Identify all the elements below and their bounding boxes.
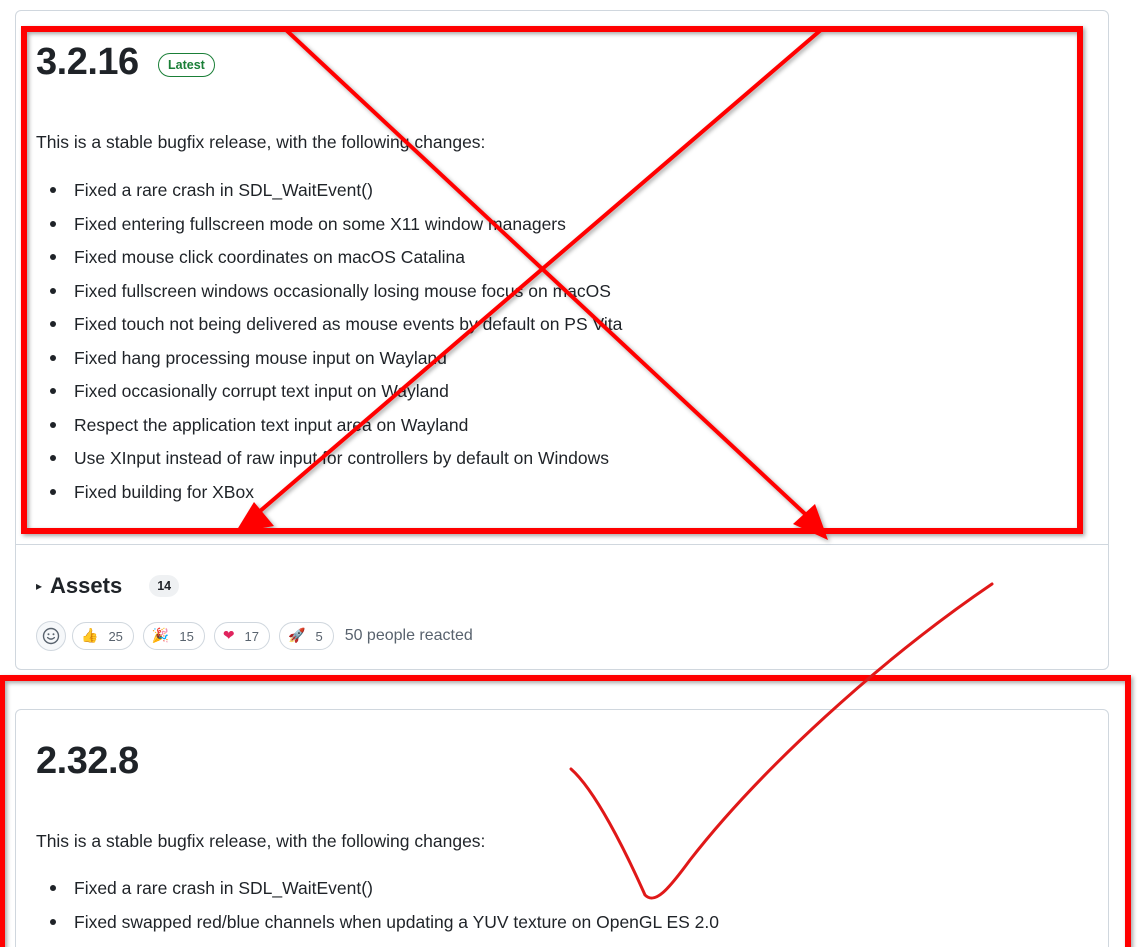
latest-badge: Latest [158, 53, 215, 77]
change-list: Fixed a rare crash in SDL_WaitEvent() Fi… [36, 876, 719, 943]
assets-label: Assets [50, 573, 123, 598]
list-item: Fixed building for XBox [36, 480, 622, 514]
list-item: Use XInput instead of raw input for cont… [36, 446, 622, 480]
release-card-3-2-16: 3.2.16 Latest This is a stable bugfix re… [15, 10, 1109, 670]
heart-icon: ❤ [222, 628, 235, 644]
reactions-bar: 👍 25 🎉 15 ❤ 17 🚀 5 50 people reacted [36, 620, 473, 652]
reaction-rocket[interactable]: 🚀 5 [279, 622, 334, 650]
list-item: Fixed entering fullscreen mode on some X… [36, 212, 622, 246]
reaction-count: 15 [179, 628, 194, 644]
release-title[interactable]: 2.32.8 [36, 742, 139, 780]
list-item: Fixed fullscreen windows occasionally lo… [36, 279, 622, 313]
release-intro: This is a stable bugfix release, with th… [36, 831, 486, 851]
list-item: Fixed a rare crash in SDL_WaitEvent() [36, 876, 719, 910]
card-divider [16, 544, 1108, 545]
list-item: Fixed mouse click coordinates on macOS C… [36, 245, 622, 279]
release-title[interactable]: 3.2.16 [36, 43, 139, 81]
reaction-count: 17 [244, 628, 260, 644]
reaction-heart[interactable]: ❤ 17 [213, 622, 271, 650]
change-list: Fixed a rare crash in SDL_WaitEvent() Fi… [36, 178, 622, 513]
smiley-icon [42, 627, 60, 645]
releases-page: 3.2.16 Latest This is a stable bugfix re… [0, 0, 1138, 947]
caret-right-icon: ▸ [36, 579, 43, 593]
reaction-thumbs-up[interactable]: 👍 25 [72, 622, 134, 650]
assets-count-badge: 14 [149, 575, 180, 597]
release-card-2-32-8: 2.32.8 This is a stable bugfix release, … [15, 709, 1109, 947]
list-item: Fixed a rare crash in SDL_WaitEvent() [36, 178, 622, 212]
list-item: Fixed touch not being delivered as mouse… [36, 312, 622, 346]
party-popper-icon: 🎉 [151, 628, 170, 644]
rocket-icon: 🚀 [288, 628, 306, 644]
list-item: Respect the application text input area … [36, 413, 622, 447]
release-intro: This is a stable bugfix release, with th… [36, 132, 486, 152]
reactions-summary[interactable]: 50 people reacted [345, 627, 473, 645]
assets-toggle[interactable]: ▸ Assets 14 [36, 571, 180, 601]
thumbs-up-icon: 👍 [81, 628, 99, 644]
reaction-count: 5 [315, 628, 323, 644]
list-item: Fixed hang processing mouse input on Way… [36, 346, 622, 380]
list-item: Fixed occasionally corrupt text input on… [36, 379, 622, 413]
list-item: Fixed swapped red/blue channels when upd… [36, 910, 719, 944]
reaction-hooray[interactable]: 🎉 15 [142, 622, 205, 650]
reaction-count: 25 [108, 628, 123, 644]
add-reaction-button[interactable] [36, 621, 66, 651]
